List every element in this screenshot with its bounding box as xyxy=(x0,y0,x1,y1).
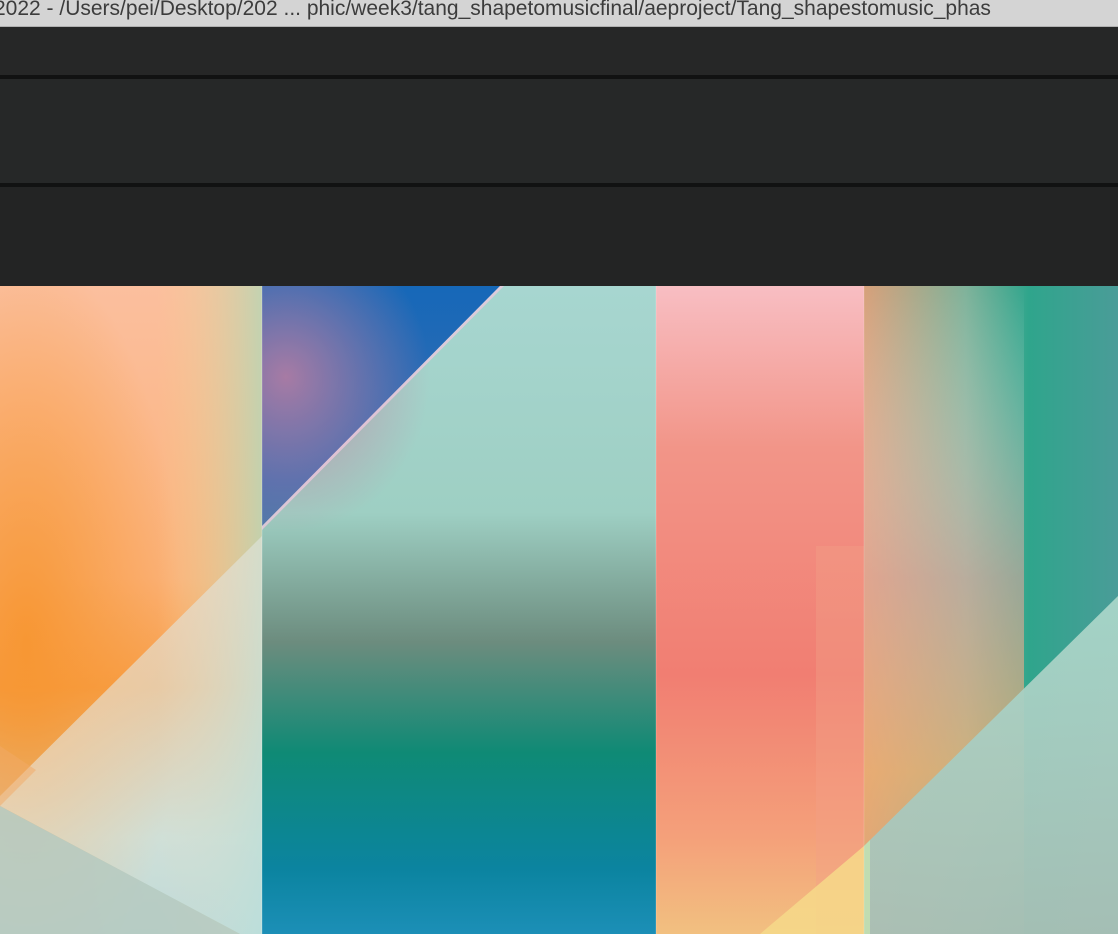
middle-panel xyxy=(0,79,1118,183)
window-title: 2022 - /Users/pei/Desktop/202 ... phic/w… xyxy=(0,0,991,20)
window-titlebar[interactable]: 2022 - /Users/pei/Desktop/202 ... phic/w… xyxy=(0,0,1118,27)
lower-panel xyxy=(0,187,1118,286)
composition-viewer[interactable] xyxy=(0,286,1118,934)
toolbar-panel xyxy=(0,27,1118,75)
artwork-image xyxy=(0,286,1118,934)
